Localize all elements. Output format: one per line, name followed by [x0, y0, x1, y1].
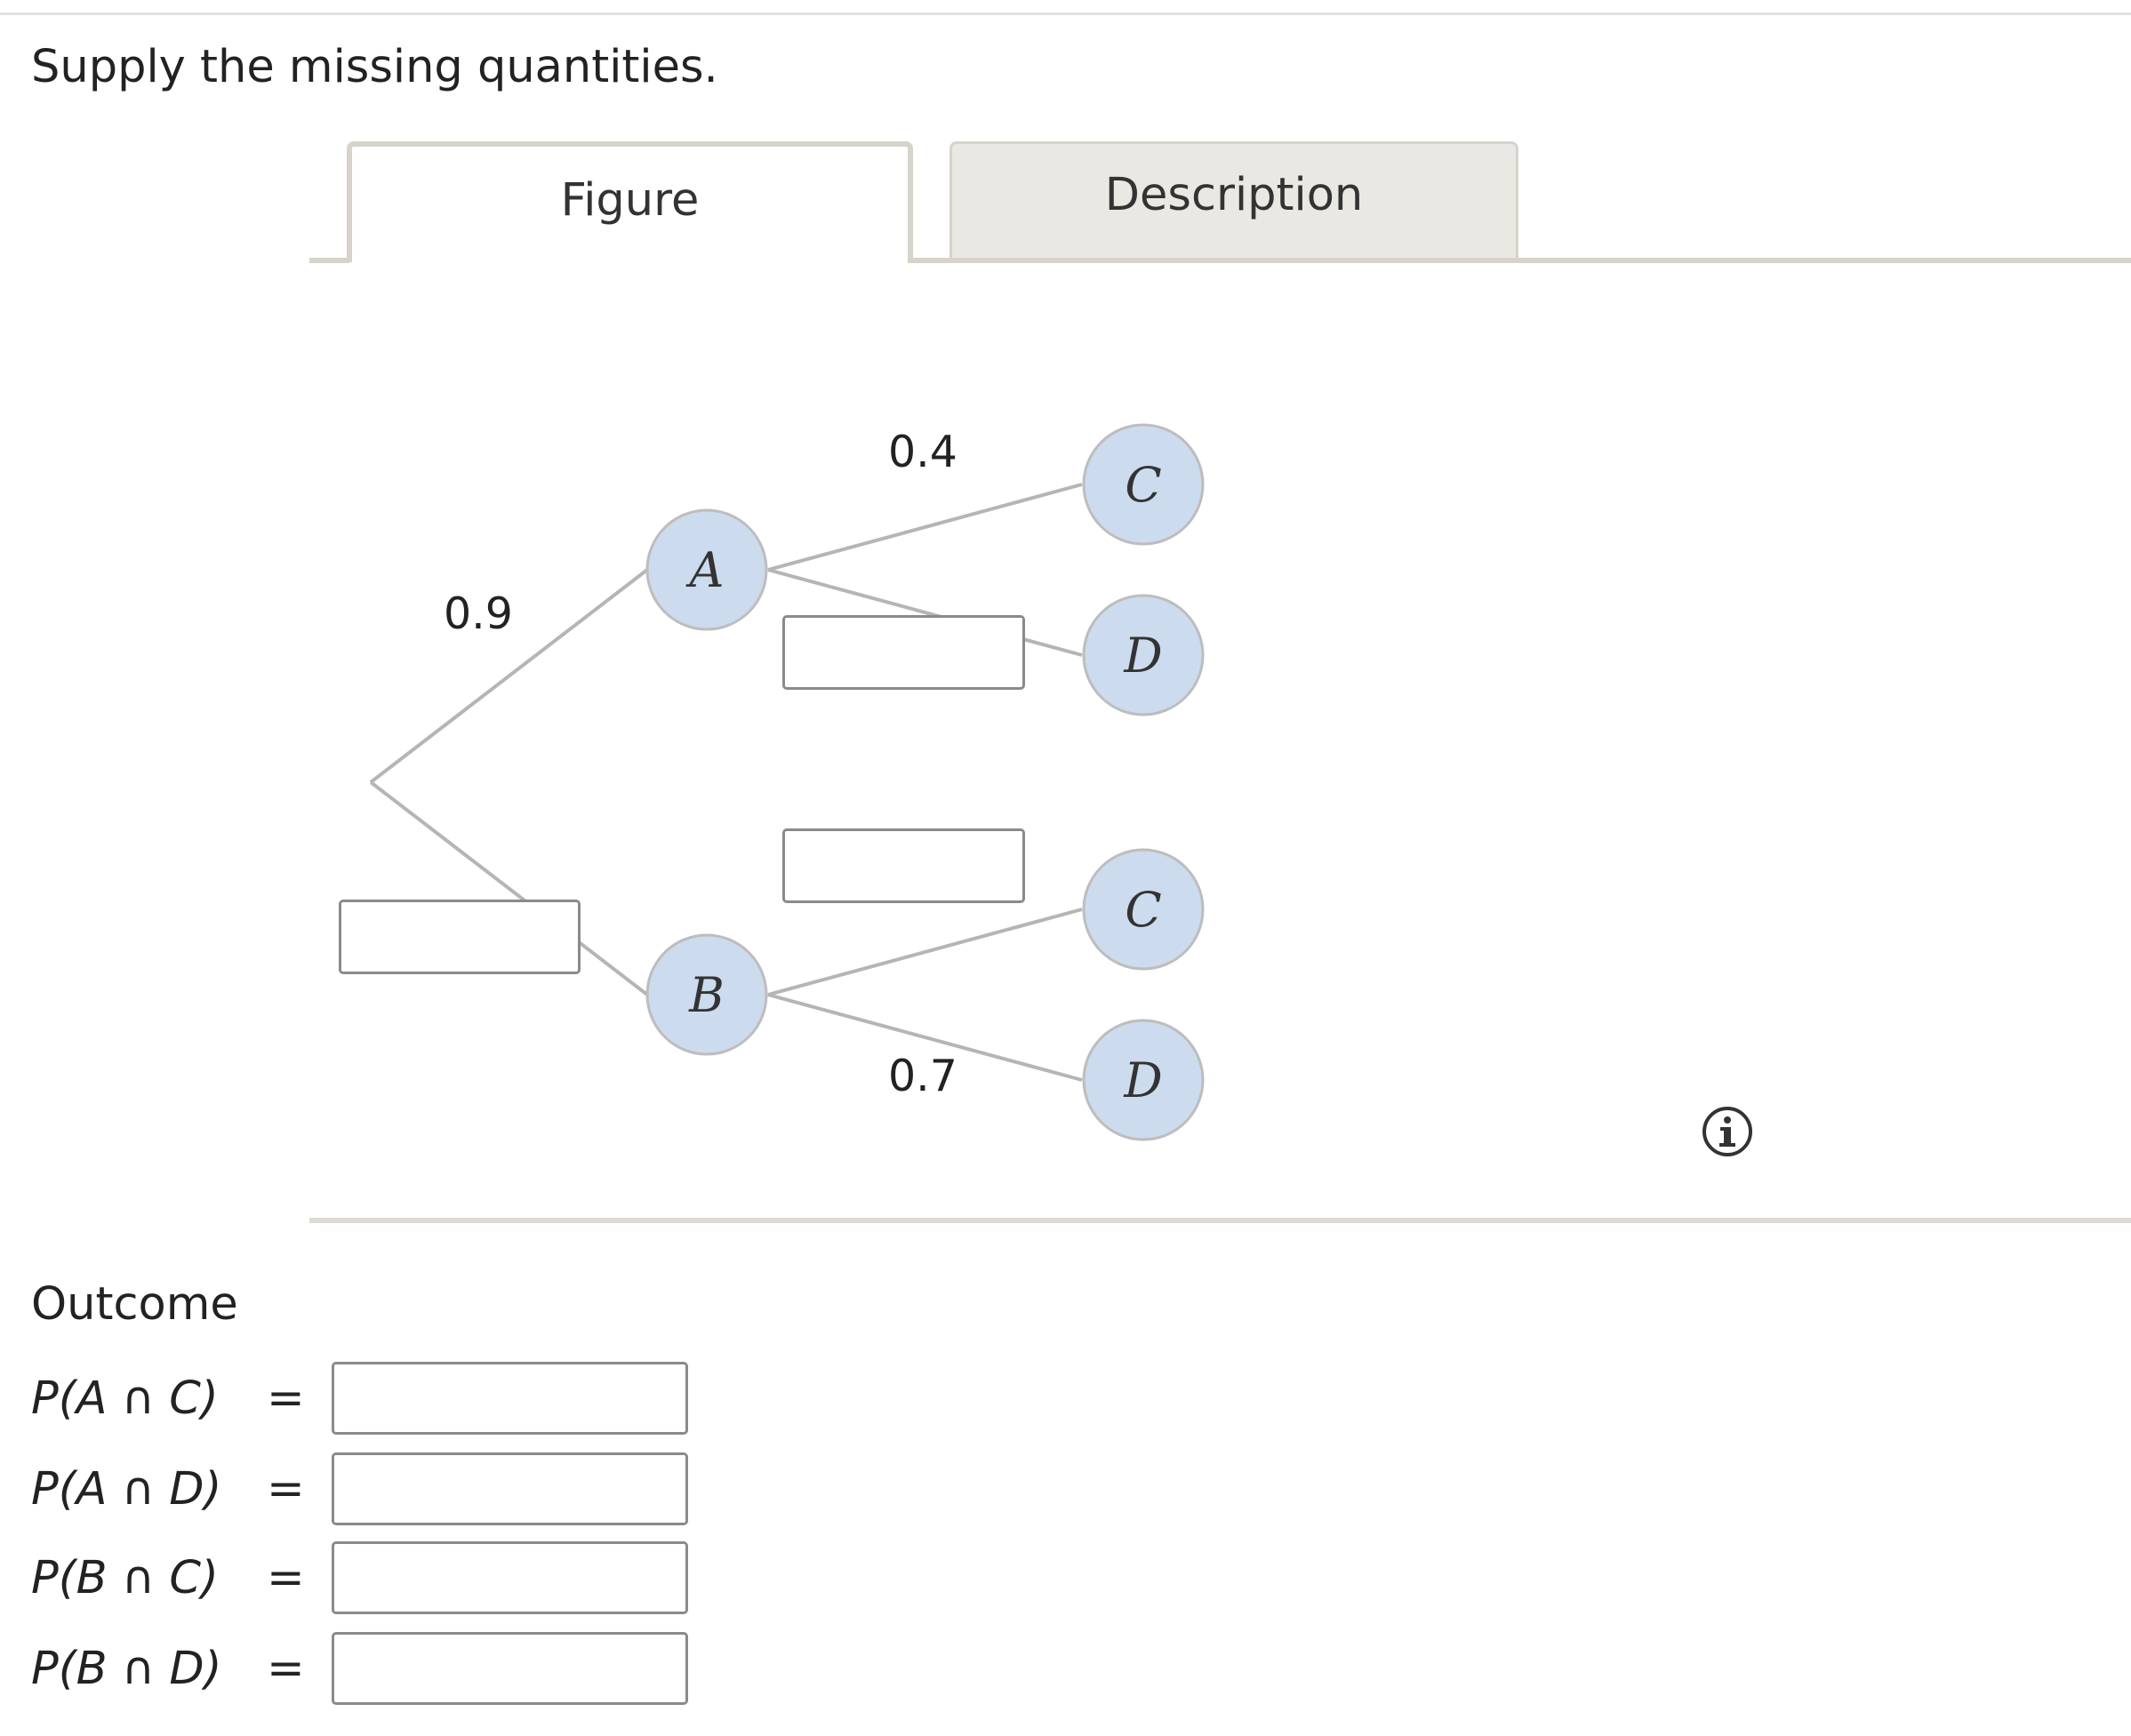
- node-A-D-label: D: [1123, 628, 1162, 684]
- equals-sign: =: [267, 1552, 305, 1604]
- tab-figure[interactable]: Figure: [347, 141, 913, 262]
- outcome-row: P(B ∩ C) =: [31, 1541, 707, 1616]
- branch-label-B-D: 0.7: [888, 1051, 957, 1101]
- branch-label-A-C: 0.4: [888, 427, 957, 477]
- info-icon[interactable]: [1702, 1106, 1753, 1157]
- page: Supply the missing quantities. Figure De…: [0, 0, 2131, 1736]
- node-B-C: [1082, 848, 1205, 971]
- node-B-D: [1082, 1019, 1205, 1141]
- branch-input-A-D[interactable]: [782, 615, 1025, 690]
- outcome-expr: P(A ∩ C): [31, 1372, 219, 1425]
- figure-panel-divider: [309, 1218, 2131, 1223]
- node-A-C: [1082, 423, 1205, 546]
- outcome-row: P(A ∩ D) =: [31, 1452, 707, 1527]
- tab-figure-label: Figure: [560, 173, 700, 227]
- equals-sign: =: [267, 1372, 305, 1425]
- branch-input-root-B[interactable]: [339, 900, 581, 974]
- node-A: [645, 508, 768, 631]
- tab-description-label: Description: [1104, 168, 1364, 221]
- equals-sign: =: [267, 1643, 305, 1695]
- outcome-row: P(B ∩ D) =: [31, 1632, 707, 1707]
- outcome-input-a-c[interactable]: [332, 1362, 688, 1435]
- node-A-C-label: C: [1125, 457, 1161, 513]
- branch-label-root-A: 0.9: [444, 588, 513, 639]
- node-B: [645, 933, 768, 1056]
- node-B-C-label: C: [1125, 882, 1161, 938]
- edge-B-C: [767, 908, 1083, 996]
- outcome-expr: P(B ∩ C): [31, 1552, 219, 1604]
- node-B-label: B: [688, 967, 725, 1023]
- outcome-input-a-d[interactable]: [332, 1452, 688, 1525]
- node-B-D-label: D: [1123, 1052, 1162, 1108]
- node-A-label: A: [685, 542, 725, 598]
- tab-baseline: [309, 258, 349, 263]
- outcome-input-b-c[interactable]: [332, 1541, 688, 1614]
- outcome-input-b-d[interactable]: [332, 1632, 688, 1705]
- tab-description[interactable]: Description: [949, 141, 1518, 258]
- outcome-heading: Outcome: [31, 1278, 238, 1331]
- node-A-D: [1082, 594, 1205, 716]
- tree-nodes: [645, 423, 1205, 1141]
- branch-input-B-C[interactable]: [782, 828, 1025, 903]
- edge-A-C: [767, 483, 1083, 572]
- instruction-text: Supply the missing quantities.: [31, 41, 718, 93]
- equals-sign: =: [267, 1463, 305, 1516]
- top-divider: [0, 0, 2131, 15]
- tab-baseline: [908, 258, 2131, 263]
- outcome-expr: P(A ∩ D): [31, 1463, 222, 1516]
- outcome-row: P(A ∩ C) =: [31, 1362, 707, 1436]
- outcome-expr: P(B ∩ D): [31, 1643, 222, 1695]
